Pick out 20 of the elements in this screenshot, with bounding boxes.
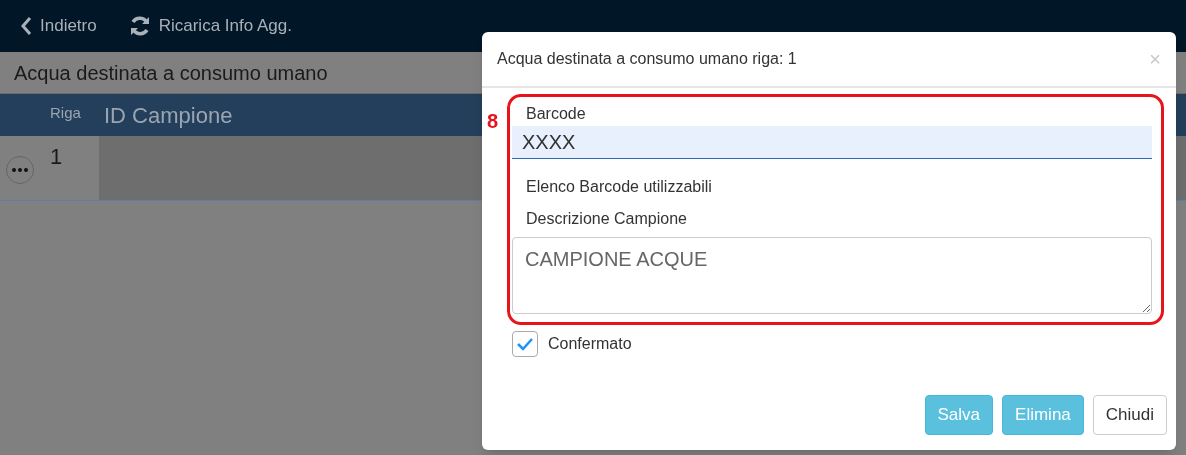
dialog-button[interactable]: Chiudi: [1092, 395, 1167, 435]
table-cell-text: 1: [50, 143, 63, 171]
check-icon: [516, 337, 534, 351]
field-label: Descrizione Campione: [526, 210, 687, 227]
barcode-field[interactable]: XXXX: [512, 126, 1152, 159]
chevron-left-icon: [20, 16, 32, 36]
column-header: Riga: [50, 103, 82, 123]
more-icon: [12, 168, 28, 172]
column-header: ID Campione: [104, 101, 233, 130]
description-field[interactable]: CAMPIONE ACQUE: [512, 237, 1152, 314]
back-button[interactable]: Indietro: [20, 13, 97, 39]
field-label: Barcode: [526, 105, 586, 122]
annotation-number: 8: [487, 109, 499, 134]
dialog-title: Acqua destinata a consumo umano riga: 1: [497, 49, 797, 69]
refresh-icon: [128, 15, 151, 37]
checkbox[interactable]: [512, 331, 538, 357]
page-title: Acqua destinata a consumo umano: [14, 61, 328, 86]
reload-button[interactable]: Ricarica Info Agg.: [128, 13, 292, 39]
field-label: Elenco Barcode utilizzabili: [526, 178, 712, 195]
checkbox-label: Confermato: [548, 334, 632, 354]
